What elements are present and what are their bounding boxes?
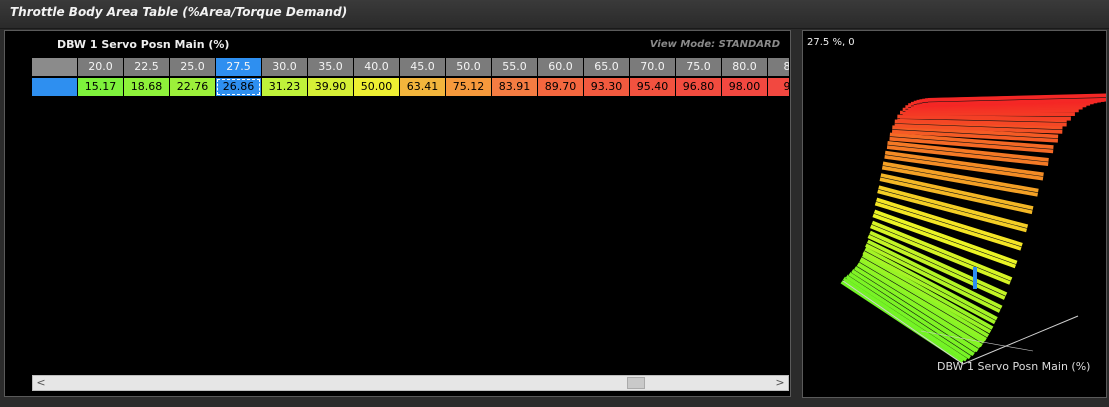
- header-row: 20.0 22.5 25.0 27.5 30.0 35.0 40.0 45.0 50.0 55.0…: [32, 58, 789, 76]
- value-cell[interactable]: 98.00: [722, 78, 767, 96]
- value-cell[interactable]: 75.12: [446, 78, 491, 96]
- graph-3d-panel[interactable]: 27.5 %, 0 DBW 1 Servo Posn Main (%): [802, 30, 1107, 398]
- value-cell[interactable]: 18.68: [124, 78, 169, 96]
- column-header-cell[interactable]: 60.0: [538, 58, 583, 76]
- value-cell[interactable]: 96.80: [676, 78, 721, 96]
- column-header-cell[interactable]: 35.0: [308, 58, 353, 76]
- view-mode-label[interactable]: View Mode: STANDARD: [650, 39, 780, 50]
- column-header-cell[interactable]: 65.0: [584, 58, 629, 76]
- column-header-cell[interactable]: 40.0: [354, 58, 399, 76]
- surface-plot[interactable]: [803, 31, 1107, 398]
- value-cell[interactable]: 98: [768, 78, 789, 96]
- value-cell[interactable]: 15.17: [78, 78, 123, 96]
- scroll-left-button[interactable]: <: [33, 376, 49, 390]
- value-cell[interactable]: 22.76: [170, 78, 215, 96]
- value-cell[interactable]: 26.86: [216, 78, 261, 96]
- value-cell[interactable]: 31.23: [262, 78, 307, 96]
- horizontal-scrollbar[interactable]: < >: [32, 375, 789, 391]
- column-header-cell[interactable]: 70.0: [630, 58, 675, 76]
- column-header-cell[interactable]: 75.0: [676, 58, 721, 76]
- value-cell[interactable]: 89.70: [538, 78, 583, 96]
- value-row: 15.17 18.68 22.76 26.86 31.23 39.90 50.00 63.41…: [32, 78, 789, 96]
- x-axis-label: DBW 1 Servo Posn Main (%): [937, 360, 1091, 373]
- column-header-cell[interactable]: 22.5: [124, 58, 169, 76]
- column-header-cell[interactable]: 25.0: [170, 58, 215, 76]
- scroll-thumb[interactable]: [627, 377, 645, 389]
- row-header-cell[interactable]: [32, 78, 77, 96]
- value-cell[interactable]: 95.40: [630, 78, 675, 96]
- column-header-cell[interactable]: 80.0: [722, 58, 767, 76]
- scroll-right-button[interactable]: >: [772, 376, 788, 390]
- column-header-cell[interactable]: 20.0: [78, 58, 123, 76]
- column-header-cell[interactable]: 85: [768, 58, 789, 76]
- column-header-cell[interactable]: 30.0: [262, 58, 307, 76]
- cursor-marker: [973, 267, 977, 289]
- value-cell[interactable]: 93.30: [584, 78, 629, 96]
- value-cell[interactable]: 50.00: [354, 78, 399, 96]
- corner-cell[interactable]: [32, 58, 77, 76]
- value-cell[interactable]: 39.90: [308, 78, 353, 96]
- value-cell[interactable]: 83.91: [492, 78, 537, 96]
- window-titlebar: Throttle Body Area Table (%Area/Torque D…: [0, 0, 1109, 29]
- column-header-cell[interactable]: 45.0: [400, 58, 445, 76]
- table-panel: DBW 1 Servo Posn Main (%) View Mode: STA…: [4, 30, 791, 397]
- window-title: Throttle Body Area Table (%Area/Torque D…: [10, 5, 348, 19]
- axis-title: DBW 1 Servo Posn Main (%): [57, 38, 230, 51]
- column-header-cell[interactable]: 27.5: [216, 58, 261, 76]
- column-header-cell[interactable]: 55.0: [492, 58, 537, 76]
- data-grid: 20.0 22.5 25.0 27.5 30.0 35.0 40.0 45.0 50.0 55.0…: [32, 58, 789, 98]
- value-cell[interactable]: 63.41: [400, 78, 445, 96]
- column-header-cell[interactable]: 50.0: [446, 58, 491, 76]
- cursor-readout: 27.5 %, 0: [807, 37, 855, 48]
